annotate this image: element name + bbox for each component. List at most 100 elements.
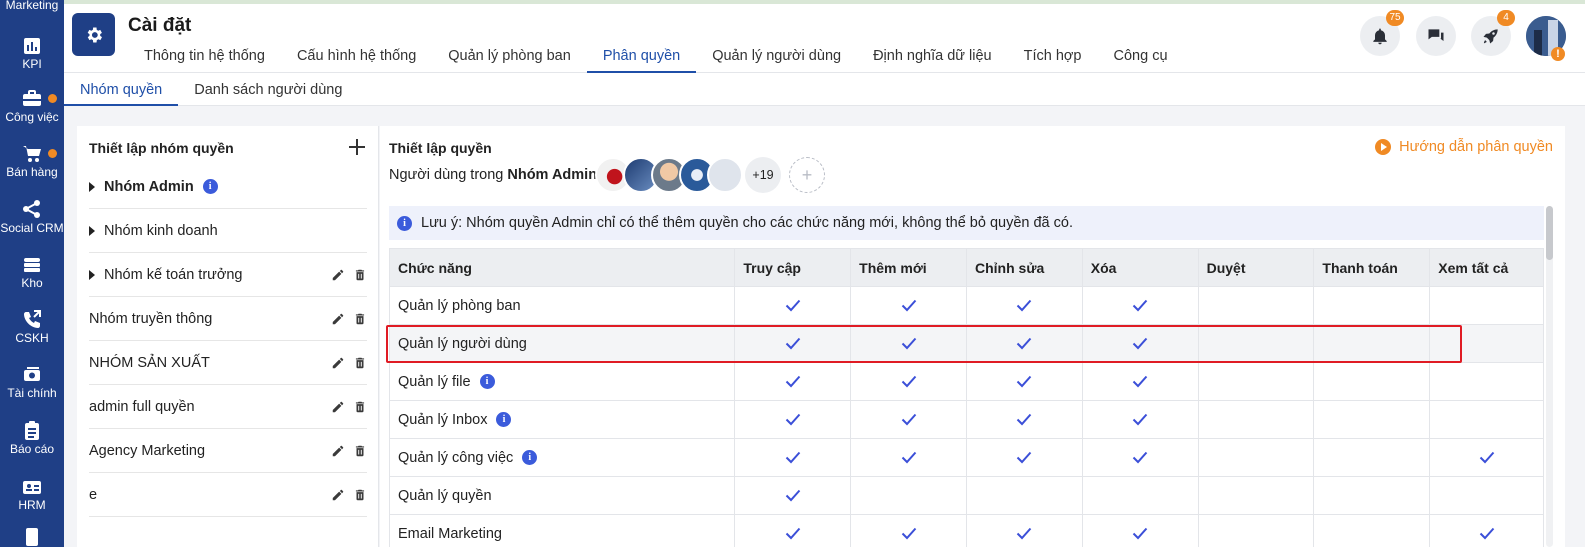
delete-icon[interactable] — [353, 312, 367, 326]
sidebar-item-bán-hàng[interactable]: Bán hàng — [0, 143, 64, 179]
check-icon[interactable] — [785, 299, 801, 312]
permission-cell[interactable] — [1430, 439, 1543, 476]
permission-cell[interactable] — [1430, 363, 1543, 400]
permission-cell[interactable] — [1314, 363, 1431, 400]
edit-icon[interactable] — [331, 444, 345, 458]
tab-8[interactable]: Công cụ — [1098, 40, 1184, 73]
permission-group-item[interactable]: Nhóm kinh doanh — [89, 209, 367, 253]
permission-cell[interactable] — [1083, 363, 1199, 400]
expand-caret-icon[interactable] — [89, 269, 95, 280]
subtab-2[interactable]: Danh sách người dùng — [178, 73, 358, 106]
permission-cell[interactable] — [967, 287, 1083, 324]
permission-cell[interactable] — [735, 477, 852, 514]
delete-icon[interactable] — [353, 400, 367, 414]
delete-icon[interactable] — [353, 268, 367, 282]
check-icon[interactable] — [901, 299, 917, 312]
permission-group-item[interactable]: Nhóm Admin i — [89, 165, 367, 209]
permission-cell[interactable] — [1314, 515, 1431, 547]
permission-cell[interactable] — [735, 401, 852, 438]
permission-group-item[interactable]: NHÓM SẢN XUẤT — [89, 341, 367, 385]
permission-cell[interactable] — [851, 287, 967, 324]
delete-icon[interactable] — [353, 488, 367, 502]
permission-group-item[interactable]: Nhóm kế toán trưởng — [89, 253, 367, 297]
check-icon[interactable] — [1016, 413, 1032, 426]
permission-cell[interactable] — [851, 515, 967, 547]
permission-cell[interactable] — [1314, 439, 1431, 476]
sidebar-item-cskh[interactable]: CSKH — [0, 309, 64, 345]
check-icon[interactable] — [901, 527, 917, 540]
permission-cell[interactable] — [735, 287, 852, 324]
tab-7[interactable]: Tích hợp — [1008, 40, 1098, 73]
edit-icon[interactable] — [331, 488, 345, 502]
permission-guide-link[interactable]: Hướng dẫn phân quyền — [1375, 139, 1553, 155]
permission-cell[interactable] — [1430, 477, 1543, 514]
add-group-icon[interactable] — [347, 137, 367, 157]
permission-cell[interactable] — [851, 477, 967, 514]
check-icon[interactable] — [1132, 413, 1148, 426]
sidebar-item-kho[interactable]: Kho — [0, 254, 64, 290]
check-icon[interactable] — [1016, 299, 1032, 312]
check-icon[interactable] — [1016, 375, 1032, 388]
tab-3[interactable]: Quản lý phòng ban — [432, 40, 587, 73]
permission-cell[interactable] — [967, 401, 1083, 438]
subtab-1[interactable]: Nhóm quyền — [64, 73, 179, 106]
edit-icon[interactable] — [331, 268, 345, 282]
check-icon[interactable] — [1132, 451, 1148, 464]
edit-icon[interactable] — [331, 312, 345, 326]
permission-cell[interactable] — [1314, 477, 1431, 514]
permission-cell[interactable] — [735, 439, 852, 476]
user-avatar-5[interactable] — [707, 157, 743, 193]
check-icon[interactable] — [785, 451, 801, 464]
permission-cell[interactable] — [1083, 477, 1199, 514]
chat-button[interactable] — [1416, 16, 1456, 56]
permission-cell[interactable] — [967, 439, 1083, 476]
permission-cell[interactable] — [1430, 401, 1543, 438]
permission-cell[interactable] — [1314, 287, 1431, 324]
more-users-count[interactable]: +19 — [745, 157, 781, 193]
permission-cell[interactable] — [851, 439, 967, 476]
permission-cell[interactable] — [1083, 439, 1199, 476]
sidebar-item-báo-cáo[interactable]: Báo cáo — [0, 420, 64, 456]
permission-cell[interactable] — [1430, 287, 1543, 324]
permission-group-item[interactable]: admin full quyền — [89, 385, 367, 429]
permission-cell[interactable] — [1199, 401, 1315, 438]
permission-cell[interactable] — [967, 477, 1083, 514]
edit-icon[interactable] — [331, 400, 345, 414]
permission-group-item[interactable]: e — [89, 473, 367, 517]
delete-icon[interactable] — [353, 444, 367, 458]
rocket-button[interactable]: 4 — [1471, 10, 1515, 56]
settings-gear-button[interactable] — [72, 13, 115, 56]
permission-cell[interactable] — [735, 363, 852, 400]
check-icon[interactable] — [785, 413, 801, 426]
tab-1[interactable]: Thông tin hệ thống — [128, 40, 281, 73]
check-icon[interactable] — [1132, 299, 1148, 312]
info-icon[interactable]: i — [522, 450, 538, 465]
check-icon[interactable] — [1016, 527, 1032, 540]
check-icon[interactable] — [1479, 527, 1495, 540]
sidebar-item-kpi[interactable]: KPI — [0, 35, 64, 71]
permission-cell[interactable] — [1199, 287, 1315, 324]
sidebar-item-more[interactable] — [0, 526, 64, 547]
expand-caret-icon[interactable] — [89, 181, 95, 192]
expand-caret-icon[interactable] — [89, 225, 95, 236]
tab-2[interactable]: Cấu hình hệ thống — [281, 40, 432, 73]
permission-cell[interactable] — [1199, 477, 1315, 514]
info-icon[interactable]: i — [479, 374, 495, 389]
check-icon[interactable] — [1016, 451, 1032, 464]
tab-4[interactable]: Phân quyền — [586, 40, 697, 73]
permission-cell[interactable] — [851, 401, 967, 438]
permission-cell[interactable] — [1083, 401, 1199, 438]
sidebar-item-hrm[interactable]: HRM — [0, 476, 64, 512]
permission-cell[interactable] — [1083, 515, 1199, 547]
permission-cell[interactable] — [967, 363, 1083, 400]
table-scrollbar-thumb[interactable] — [1546, 206, 1553, 260]
permission-cell[interactable] — [1199, 363, 1315, 400]
delete-icon[interactable] — [353, 356, 367, 370]
tab-5[interactable]: Quản lý người dùng — [696, 40, 857, 73]
info-icon[interactable]: i — [202, 179, 218, 194]
check-icon[interactable] — [785, 527, 801, 540]
permission-group-item[interactable]: Agency Marketing — [89, 429, 367, 473]
info-icon[interactable]: i — [496, 412, 512, 427]
edit-icon[interactable] — [331, 356, 345, 370]
check-icon[interactable] — [901, 375, 917, 388]
